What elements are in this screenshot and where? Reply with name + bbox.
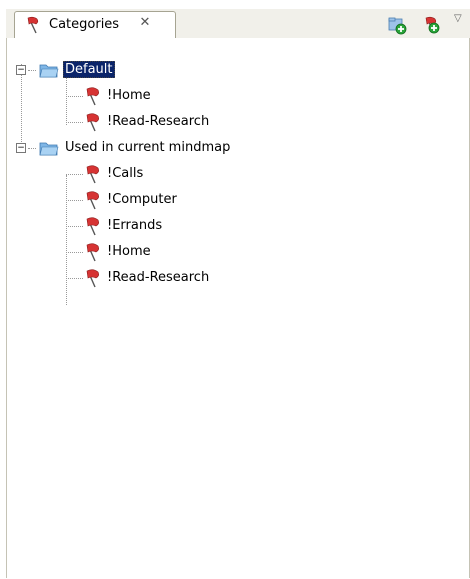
tree-group-label: Default <box>63 61 115 78</box>
flag-icon <box>86 87 99 106</box>
tree-line <box>66 96 83 97</box>
tree-item-label: !Read-Research <box>107 114 210 129</box>
tree-item-read-research[interactable]: !Read-Research <box>61 268 281 288</box>
tree-group-label: Used in current mindmap <box>65 140 231 155</box>
tree-item-label: !Home <box>107 88 151 103</box>
tree-line <box>66 226 83 227</box>
tree-item-home[interactable]: !Home <box>61 86 261 106</box>
view-menu-icon[interactable]: ▽ <box>454 13 462 24</box>
tree-panel[interactable]: − Default !Home !Read-Research − Used in… <box>6 38 470 578</box>
tree-line <box>66 200 83 201</box>
tab-categories[interactable]: Categories ✕ <box>14 11 176 38</box>
tree-group-default[interactable]: − Default <box>13 60 213 80</box>
tree-item-computer[interactable]: !Computer <box>61 190 261 210</box>
tree-line <box>66 174 83 175</box>
tab-title: Categories <box>49 17 120 32</box>
flag-icon <box>86 165 99 184</box>
tree-line <box>66 122 83 123</box>
tree-item-label: !Calls <box>107 166 144 181</box>
tree-line <box>28 148 36 149</box>
add-folder-icon[interactable] <box>387 15 407 35</box>
folder-icon <box>39 64 59 78</box>
flag-icon <box>86 217 99 236</box>
flag-icon <box>27 16 39 34</box>
tree-item-label: !Read-Research <box>107 270 210 285</box>
category-tree: − Default !Home !Read-Research − Used in… <box>7 38 469 578</box>
folder-icon <box>39 142 59 156</box>
tree-item-label: !Errands <box>107 218 163 233</box>
flag-icon <box>86 269 99 288</box>
flag-icon <box>86 243 99 262</box>
tree-line <box>66 252 83 253</box>
flag-icon <box>86 191 99 210</box>
collapse-icon[interactable]: − <box>16 65 26 75</box>
close-icon[interactable]: ✕ <box>138 16 152 30</box>
add-category-icon[interactable] <box>422 15 442 35</box>
tree-item-calls[interactable]: !Calls <box>61 164 261 184</box>
tree-item-home[interactable]: !Home <box>61 242 261 262</box>
tree-line <box>66 278 83 279</box>
tree-item-errands[interactable]: !Errands <box>61 216 261 236</box>
flag-icon <box>86 113 99 132</box>
tree-line <box>28 70 36 71</box>
view-tabbar: Categories ✕ ▽ <box>6 9 470 39</box>
collapse-icon[interactable]: − <box>16 143 26 153</box>
tree-item-read-research[interactable]: !Read-Research <box>61 112 281 132</box>
tree-item-label: !Computer <box>107 192 177 207</box>
tree-item-label: !Home <box>107 244 151 259</box>
categories-view: Categories ✕ ▽ − Default !Home !Read-Res… <box>6 9 470 579</box>
tree-group-used-in-current-mindmap[interactable]: − Used in current mindmap <box>13 138 313 158</box>
